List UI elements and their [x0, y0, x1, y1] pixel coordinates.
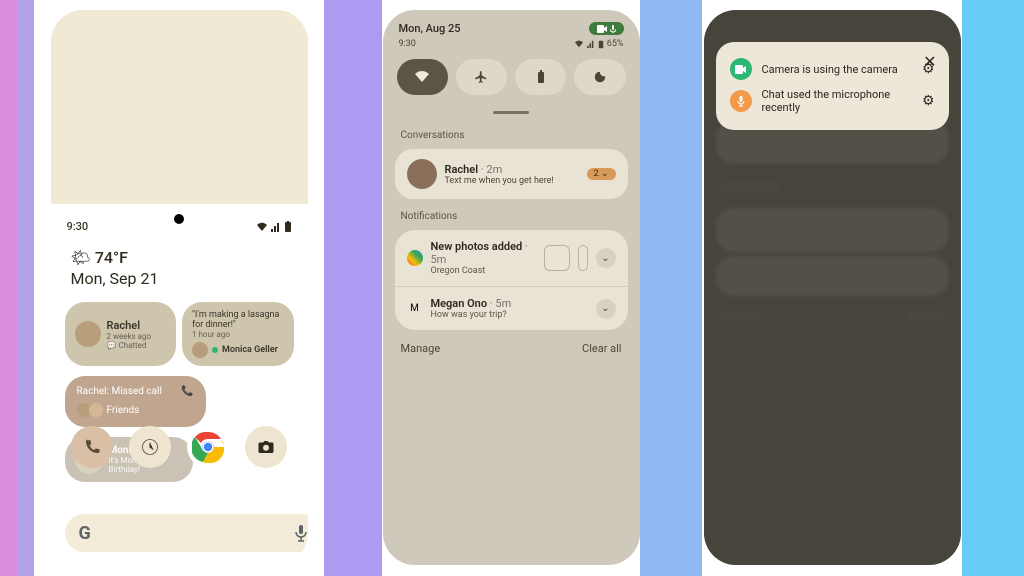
- privacy-indicator[interactable]: [589, 22, 624, 35]
- camera-privacy-text: Camera is using the camera: [762, 63, 912, 76]
- expand-button[interactable]: ⌄: [596, 248, 616, 268]
- section-label-notifications: Notifications: [383, 203, 640, 226]
- gmail-notification[interactable]: M Megan Ono · 5m How was your trip? ⌄: [395, 286, 628, 330]
- close-button[interactable]: ✕: [923, 52, 936, 71]
- camera-app-icon[interactable]: [245, 426, 287, 468]
- gmail-icon: M: [407, 301, 423, 317]
- chrome-app-icon[interactable]: [187, 426, 229, 468]
- chevron-down-icon: ⌄: [601, 169, 609, 179]
- mic-icon: [730, 90, 752, 112]
- wifi-icon: [574, 40, 584, 48]
- photos-notification[interactable]: New photos added · 5m Oregon Coast ⌄: [395, 230, 628, 286]
- expand-button[interactable]: ⌄: [596, 299, 616, 319]
- app-dock: [51, 426, 308, 468]
- count-badge[interactable]: 2 ⌄: [587, 168, 616, 180]
- phone-app-icon[interactable]: [71, 426, 113, 468]
- notif-body: How was your trip?: [431, 310, 588, 320]
- wifi-icon: [256, 222, 268, 232]
- search-bar[interactable]: G: [65, 514, 308, 552]
- battery-icon: [598, 40, 604, 49]
- status-time: 9:30: [67, 220, 89, 233]
- notif-body: Oregon Coast: [431, 266, 536, 276]
- contact-subtitle: 2 weeks ago: [107, 332, 152, 341]
- notification-shade: Mon, Aug 25 9:30 65% Conversations Rache…: [383, 10, 640, 565]
- quote-widget[interactable]: "I'm making a lasagna for dinner!" 1 hou…: [182, 302, 294, 366]
- notif-age: · 2m: [481, 163, 502, 176]
- clock-app-icon[interactable]: [129, 426, 171, 468]
- notif-title: Megan Ono: [431, 297, 488, 310]
- gear-icon[interactable]: ⚙: [922, 93, 935, 109]
- quick-settings-row: [383, 51, 640, 103]
- signal-icon: [587, 40, 595, 48]
- avatar: [407, 159, 437, 189]
- battery-saver-tile[interactable]: [515, 59, 566, 95]
- quote-text: "I'm making a lasagna for dinner!": [192, 310, 284, 330]
- group-name: Friends: [107, 405, 140, 416]
- missed-call-icon: 📞: [181, 386, 193, 397]
- battery-icon: [284, 221, 292, 233]
- signal-icon: [271, 222, 281, 232]
- status-date: Mon, Aug 25: [399, 22, 461, 35]
- airplane-tile[interactable]: [456, 59, 507, 95]
- missed-call-text: Rachel: Missed call: [77, 386, 162, 397]
- people-widget-rachel[interactable]: Rachel 2 weeks ago 💬 Chatted: [65, 302, 177, 366]
- photo-thumbnail: [544, 245, 570, 271]
- chevron-down-icon: ⌄: [601, 253, 609, 264]
- mic-privacy-row[interactable]: Chat used the microphone recently ⚙: [730, 84, 935, 118]
- contact-name: Rachel: [107, 319, 152, 332]
- section-label-conversations: Conversations: [383, 122, 640, 145]
- sun-icon: 🌤: [71, 248, 91, 267]
- weather-widget[interactable]: 🌤74°F Mon, Sep 21: [51, 233, 308, 292]
- temperature: 74°F: [95, 248, 128, 267]
- date-text: Mon, Sep 21: [71, 269, 288, 288]
- home-screen: 9:30 🌤74°F Mon, Sep 21 Rachel 2 weeks ag…: [51, 10, 308, 565]
- status-time: 9:30: [399, 39, 416, 49]
- message-preview: Text me when you get here!: [445, 176, 579, 186]
- missed-call-widget[interactable]: Rachel: Missed call 📞 Friends: [65, 376, 206, 427]
- quote-age: 1 hour ago: [192, 330, 284, 339]
- manage-button[interactable]: Manage: [401, 342, 441, 355]
- mic-icon[interactable]: [294, 524, 308, 542]
- camera-privacy-row[interactable]: Camera is using the camera ⚙: [730, 54, 935, 84]
- sender-name: Rachel: [445, 163, 479, 176]
- drag-handle[interactable]: [493, 111, 529, 114]
- google-logo-icon: G: [79, 523, 91, 544]
- camera-icon: [597, 25, 607, 33]
- wifi-tile[interactable]: [397, 59, 448, 95]
- mic-icon: [610, 25, 616, 33]
- battery-percent: 65%: [607, 39, 624, 49]
- photos-icon: [407, 250, 423, 266]
- contact-status: Chatted: [118, 341, 146, 350]
- privacy-dashboard-overlay: ✕ Camera is using the camera ⚙ Chat used…: [704, 10, 961, 565]
- camera-icon: [730, 58, 752, 80]
- notif-title: New photos added: [431, 240, 523, 253]
- status-bar: Mon, Aug 25: [383, 10, 640, 37]
- conversation-notification[interactable]: Rachel · 2m Text me when you get here! 2…: [395, 149, 628, 199]
- avatar: [89, 403, 103, 417]
- status-bar: 9:30: [51, 210, 308, 233]
- quote-author: Monica Geller: [222, 345, 278, 355]
- mic-privacy-text: Chat used the microphone recently: [762, 88, 912, 114]
- dnd-tile[interactable]: [574, 59, 625, 95]
- photo-thumbnail: [578, 245, 588, 271]
- online-dot-icon: [212, 347, 218, 353]
- notif-age: · 5m: [490, 297, 511, 310]
- privacy-indicator-card: ✕ Camera is using the camera ⚙ Chat used…: [716, 42, 949, 130]
- avatar: [192, 342, 208, 358]
- avatar: [75, 321, 101, 347]
- clear-all-button[interactable]: Clear all: [582, 342, 621, 355]
- chevron-down-icon: ⌄: [601, 303, 609, 314]
